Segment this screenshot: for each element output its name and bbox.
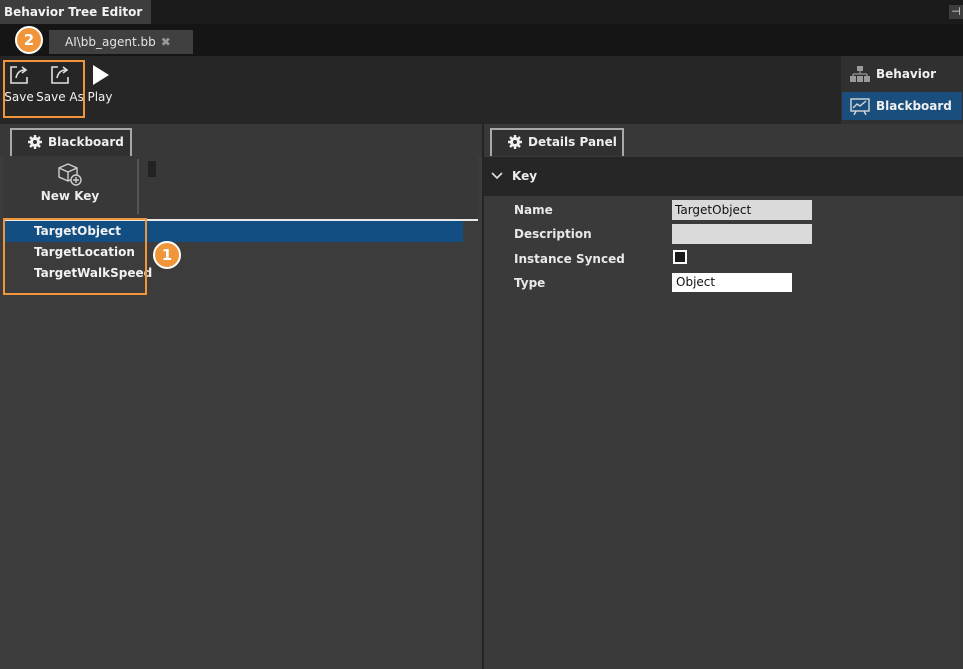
- new-key-label: New Key: [40, 189, 100, 203]
- main-toolbar: Save Save As Play Behavior Blackboard: [0, 56, 963, 124]
- hierarchy-icon: [850, 66, 870, 82]
- type-select[interactable]: Object: [672, 273, 792, 292]
- toolbar-separator: [137, 159, 139, 214]
- blackboard-panel-tab[interactable]: Blackboard: [10, 128, 132, 156]
- title-bar: Behavior Tree Editor ⊣: [0, 0, 963, 24]
- instance-synced-checkbox[interactable]: [673, 250, 687, 264]
- name-label: Name: [514, 203, 553, 217]
- close-icon[interactable]: ✖: [161, 35, 171, 49]
- gear-icon: [508, 135, 522, 149]
- behavior-tree-mode-button[interactable]: Behavior Tree: [842, 60, 962, 109]
- new-key-cube-icon: [58, 163, 82, 186]
- callout-badge-1: 1: [153, 241, 181, 269]
- details-body: Key Name TargetObject Description Instan…: [484, 157, 963, 669]
- key-list-highlight-box: [3, 218, 147, 295]
- description-field[interactable]: [672, 224, 812, 244]
- gear-icon: [28, 135, 42, 149]
- details-panel-header: Details Panel: [484, 124, 963, 157]
- mode-switcher: Behavior Tree Blackboard: [841, 56, 963, 124]
- blackboard-mode-label: Blackboard: [876, 99, 952, 113]
- name-field[interactable]: TargetObject: [672, 200, 812, 220]
- key-search-input[interactable]: [148, 161, 156, 177]
- description-property-row: Description: [484, 224, 963, 246]
- details-panel-tab-label: Details Panel: [528, 135, 617, 149]
- blackboard-panel: Blackboard New Key TargetObject TargetLo…: [0, 124, 482, 669]
- document-tab-label: AI\bb_agent.bb: [65, 35, 156, 49]
- behavior-tree-editor-window: Behavior Tree Editor ⊣ AI\bb_agent.bb ✖ S…: [0, 0, 963, 669]
- chart-board-icon: [850, 98, 870, 115]
- new-key-button[interactable]: New Key: [6, 157, 134, 219]
- chevron-down-icon: [491, 172, 503, 180]
- type-label: Type: [514, 276, 546, 290]
- toolbar-highlight-box: [3, 60, 85, 118]
- details-panel-tab[interactable]: Details Panel: [490, 128, 624, 156]
- blackboard-panel-header: Blackboard: [0, 124, 482, 157]
- blackboard-toolbar: New Key: [3, 157, 478, 219]
- key-section-label: Key: [512, 169, 538, 183]
- pin-icon[interactable]: ⊣: [949, 5, 963, 19]
- type-property-row: Type Object: [484, 273, 963, 295]
- blackboard-panel-tab-label: Blackboard: [48, 135, 124, 149]
- blackboard-mode-button[interactable]: Blackboard: [842, 92, 962, 120]
- name-property-row: Name TargetObject: [484, 200, 963, 222]
- play-icon: [93, 65, 109, 85]
- instance-synced-label: Instance Synced: [514, 252, 625, 266]
- play-button[interactable]: Play: [86, 64, 114, 104]
- window-title[interactable]: Behavior Tree Editor: [0, 0, 151, 24]
- key-section-header[interactable]: Key: [484, 157, 963, 196]
- description-label: Description: [514, 227, 592, 241]
- document-tab[interactable]: AI\bb_agent.bb ✖: [49, 30, 193, 54]
- callout-badge-2: 2: [15, 26, 43, 54]
- play-button-label: Play: [87, 90, 113, 104]
- instance-synced-property-row: Instance Synced: [484, 249, 963, 271]
- details-panel: Details Panel Key Name TargetObject Desc…: [484, 124, 963, 669]
- document-tab-bar: AI\bb_agent.bb ✖: [0, 24, 963, 56]
